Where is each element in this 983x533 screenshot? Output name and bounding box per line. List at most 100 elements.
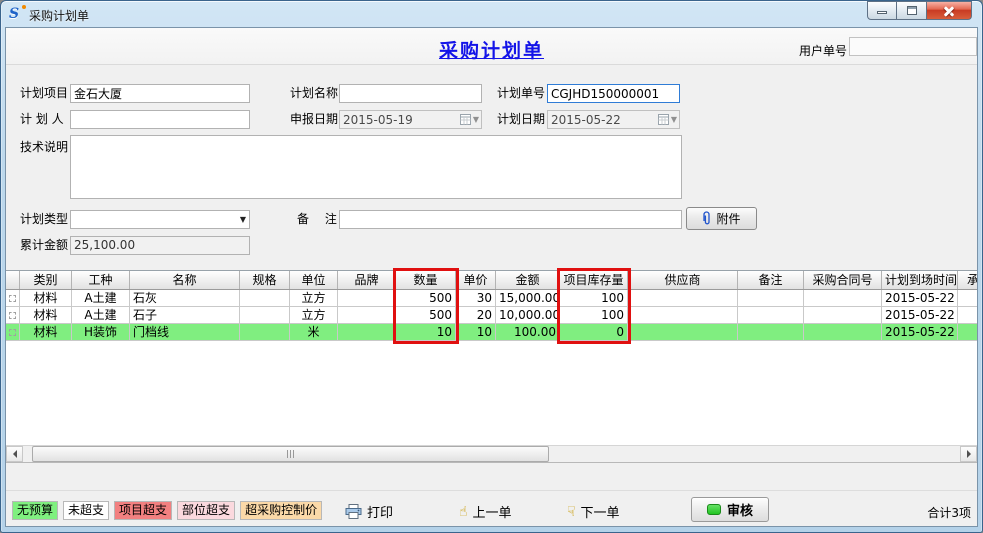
dropdown-caret-icon: ▼ bbox=[473, 115, 479, 124]
column-header[interactable]: 承 bbox=[958, 271, 977, 289]
table-cell[interactable]: 20 bbox=[456, 307, 496, 323]
table-row[interactable]: 材料A土建石子 立方 5002010,000.00100 2015-05-22 bbox=[6, 307, 977, 324]
minimize-button[interactable] bbox=[867, 1, 897, 20]
table-cell[interactable]: 15,000.00 bbox=[496, 290, 560, 306]
plan-date-value: 2015-05-22 bbox=[551, 113, 658, 127]
plan-name-input[interactable] bbox=[339, 84, 482, 103]
table-cell[interactable]: 2015-05-22 bbox=[882, 307, 958, 323]
attachment-button[interactable]: 附件 bbox=[686, 207, 757, 230]
table-cell[interactable]: 30 bbox=[456, 290, 496, 306]
approve-button-label: 审核 bbox=[727, 500, 753, 519]
maximize-icon bbox=[907, 6, 917, 15]
table-cell[interactable]: 500 bbox=[396, 307, 456, 323]
close-icon bbox=[943, 5, 955, 17]
table-cell[interactable] bbox=[240, 307, 290, 323]
table-cell[interactable] bbox=[338, 290, 396, 306]
column-header[interactable]: 品牌 bbox=[338, 271, 396, 289]
table-cell[interactable]: 2015-05-22 bbox=[882, 290, 958, 306]
table-row[interactable]: 材料H装饰门档线米1010100.0002015-05-22 bbox=[6, 324, 977, 341]
planner-input[interactable] bbox=[70, 110, 250, 129]
table-cell[interactable]: 材料 bbox=[20, 290, 72, 306]
column-header[interactable]: 单价 bbox=[456, 271, 496, 289]
table-cell[interactable]: 材料 bbox=[20, 324, 72, 340]
user-order-input[interactable] bbox=[849, 37, 977, 56]
table-cell[interactable] bbox=[804, 290, 882, 306]
row-expand-icon bbox=[9, 295, 16, 302]
column-header[interactable]: 数量 bbox=[396, 271, 456, 289]
table-cell[interactable] bbox=[628, 307, 738, 323]
row-selector-cell[interactable] bbox=[6, 290, 20, 306]
table-cell[interactable]: 100 bbox=[560, 307, 628, 323]
table-cell[interactable] bbox=[628, 324, 738, 340]
table-cell[interactable]: 10 bbox=[456, 324, 496, 340]
plan-no-input[interactable] bbox=[547, 84, 680, 103]
previous-order-button[interactable]: ☝ 上一单 bbox=[459, 502, 512, 521]
total-amount-label: 累计金额 bbox=[20, 236, 68, 255]
table-cell[interactable] bbox=[958, 324, 977, 340]
table-cell[interactable] bbox=[240, 290, 290, 306]
column-header[interactable]: 工种 bbox=[72, 271, 130, 289]
table-cell[interactable]: 10 bbox=[396, 324, 456, 340]
row-selector-cell[interactable] bbox=[6, 307, 20, 323]
table-cell[interactable]: 100 bbox=[560, 290, 628, 306]
table-cell[interactable]: 100.00 bbox=[496, 324, 560, 340]
table-cell[interactable]: 石灰 bbox=[130, 290, 240, 306]
column-header[interactable]: 类别 bbox=[20, 271, 72, 289]
table-row[interactable]: 材料A土建石灰 立方 5003015,000.00100 2015-05-22 bbox=[6, 290, 977, 307]
scrollbar-thumb[interactable] bbox=[32, 446, 549, 462]
plan-project-input[interactable] bbox=[70, 84, 250, 103]
table-cell[interactable]: 立方 bbox=[290, 307, 338, 323]
next-order-button[interactable]: ☟ 下一单 bbox=[567, 502, 620, 521]
column-header[interactable]: 名称 bbox=[130, 271, 240, 289]
column-header[interactable]: 计划到场时间 bbox=[882, 271, 958, 289]
dropdown-caret-icon: ▼ bbox=[671, 115, 677, 124]
table-cell[interactable]: 立方 bbox=[290, 290, 338, 306]
print-button[interactable]: 打印 bbox=[345, 502, 393, 521]
table-cell[interactable]: 石子 bbox=[130, 307, 240, 323]
table-cell[interactable] bbox=[804, 307, 882, 323]
table-cell[interactable] bbox=[628, 290, 738, 306]
table-cell[interactable]: 门档线 bbox=[130, 324, 240, 340]
row-selector-cell[interactable] bbox=[6, 324, 20, 340]
approve-button[interactable]: 审核 bbox=[691, 497, 769, 522]
column-header[interactable]: 单位 bbox=[290, 271, 338, 289]
column-header[interactable]: 供应商 bbox=[628, 271, 738, 289]
tech-note-textarea[interactable] bbox=[70, 135, 682, 199]
table-cell[interactable] bbox=[338, 324, 396, 340]
table-cell[interactable] bbox=[240, 324, 290, 340]
table-cell[interactable]: A土建 bbox=[72, 290, 130, 306]
column-header[interactable]: 采购合同号 bbox=[804, 271, 882, 289]
table-cell[interactable] bbox=[958, 307, 977, 323]
column-header[interactable]: 项目库存量 bbox=[560, 271, 628, 289]
declare-date-picker[interactable]: 2015-05-19 ▼ bbox=[339, 110, 482, 129]
close-button[interactable] bbox=[927, 1, 972, 20]
table-cell[interactable] bbox=[958, 290, 977, 306]
table-cell[interactable] bbox=[804, 324, 882, 340]
table-cell[interactable] bbox=[338, 307, 396, 323]
scroll-left-button[interactable] bbox=[6, 446, 23, 462]
table-cell[interactable]: 米 bbox=[290, 324, 338, 340]
column-header[interactable]: 规格 bbox=[240, 271, 290, 289]
minimize-icon bbox=[877, 11, 887, 14]
table-cell[interactable] bbox=[738, 324, 804, 340]
table-cell[interactable]: 材料 bbox=[20, 307, 72, 323]
legend-item: 未超支 bbox=[63, 501, 109, 520]
table-cell[interactable] bbox=[738, 290, 804, 306]
horizontal-scrollbar[interactable] bbox=[6, 445, 977, 462]
form-panel: 采购计划单 用户单号 计划项目 计划名称 计划单号 计 划 人 申报日期 201… bbox=[5, 27, 978, 527]
table-cell[interactable]: 2015-05-22 bbox=[882, 324, 958, 340]
table-cell[interactable]: 0 bbox=[560, 324, 628, 340]
scroll-right-button[interactable] bbox=[960, 446, 977, 462]
table-cell[interactable]: A土建 bbox=[72, 307, 130, 323]
table-cell[interactable]: 500 bbox=[396, 290, 456, 306]
table-cell[interactable]: 10,000.00 bbox=[496, 307, 560, 323]
table-cell[interactable] bbox=[738, 307, 804, 323]
plan-date-picker[interactable]: 2015-05-22 ▼ bbox=[547, 110, 680, 129]
scrollbar-grip-icon bbox=[287, 450, 295, 458]
plan-type-select[interactable]: ▼ bbox=[70, 210, 250, 229]
column-header[interactable]: 金额 bbox=[496, 271, 560, 289]
table-cell[interactable]: H装饰 bbox=[72, 324, 130, 340]
remark-input[interactable] bbox=[339, 210, 682, 229]
maximize-button[interactable] bbox=[897, 1, 927, 20]
column-header[interactable]: 备注 bbox=[738, 271, 804, 289]
